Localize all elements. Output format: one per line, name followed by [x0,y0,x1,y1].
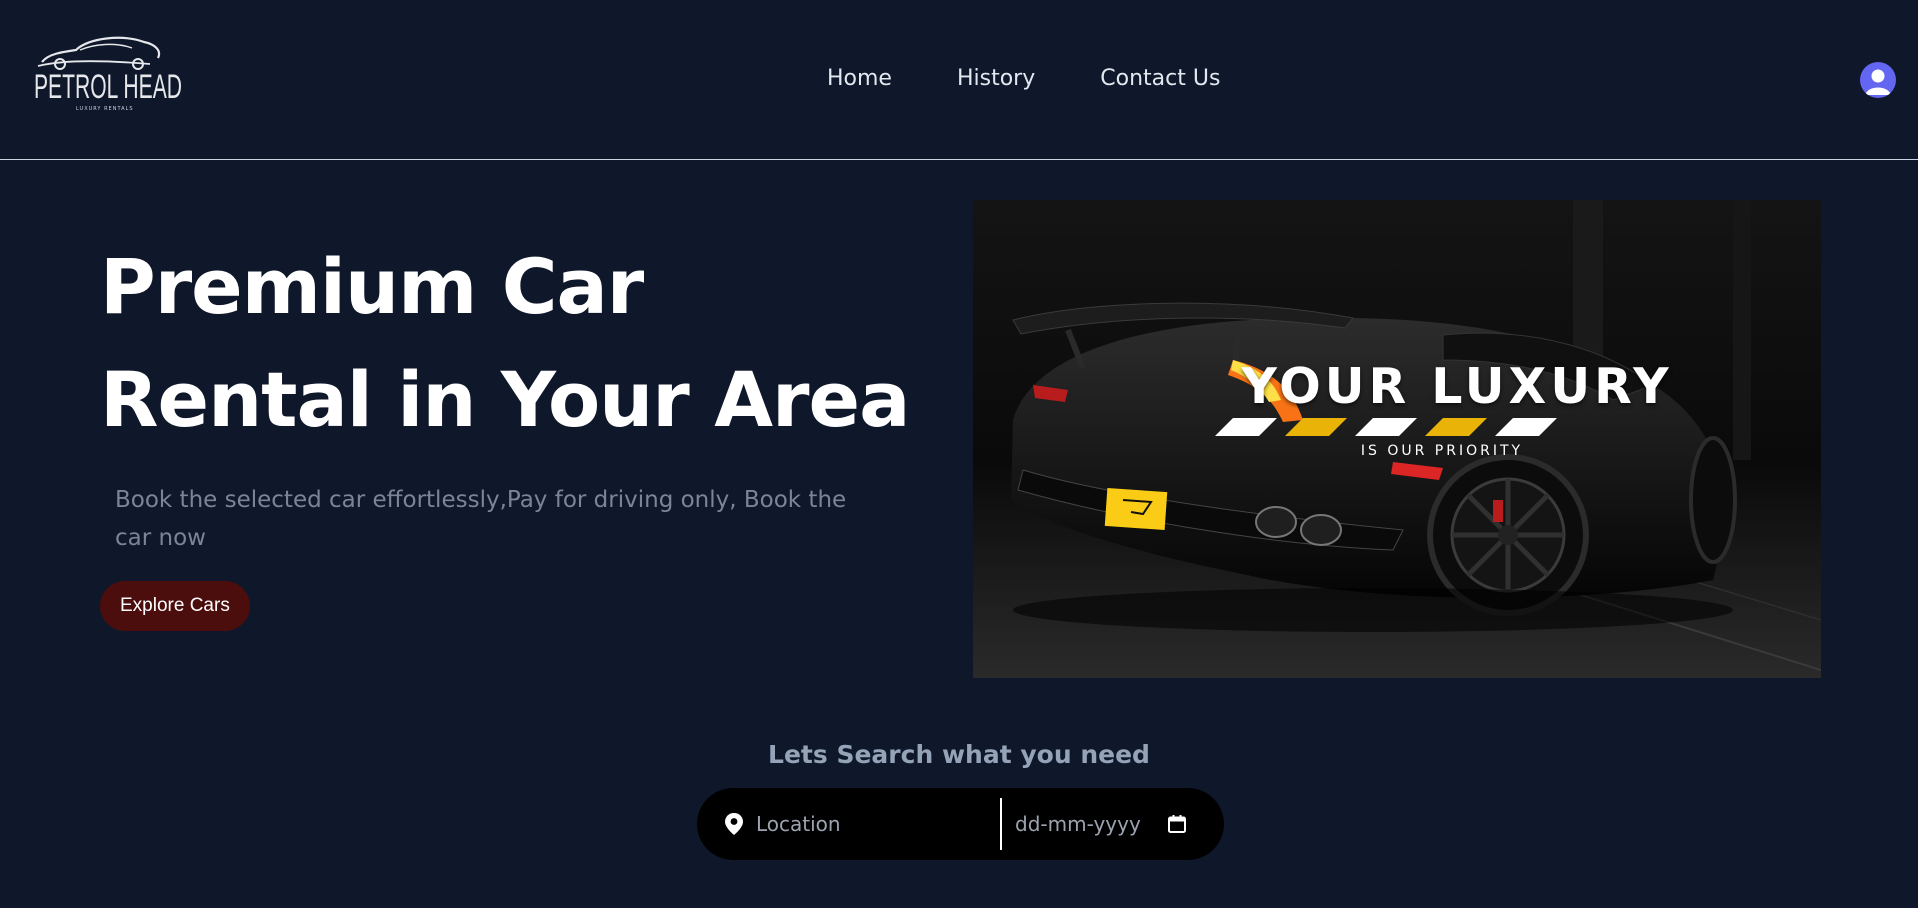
hero-car-image: YOUR LUXURY IS OUR PRIORITY [973,200,1821,678]
brand-logo[interactable]: PETROL HEAD LUXURY RENTALS [32,30,182,115]
user-avatar-button[interactable] [1860,62,1896,98]
nav-link-contact-us[interactable]: Contact Us [1100,64,1220,94]
map-pin-icon [725,813,743,835]
nav-link-home[interactable]: Home [827,64,892,94]
banner-subtitle: IS OUR PRIORITY [1360,443,1524,459]
search-divider [1000,798,1002,850]
logo-tagline: LUXURY RENTALS [76,106,134,112]
user-avatar-icon [1865,69,1891,95]
logo-brand-text: PETROL HEAD [34,68,182,106]
navbar: PETROL HEAD LUXURY RENTALS Home History … [0,0,1918,160]
sports-car-illustration [973,200,1821,678]
explore-cars-button[interactable]: Explore Cars [100,581,250,631]
calendar-icon[interactable] [1167,814,1187,834]
main-nav: Home History Contact Us [827,64,1220,94]
hero-title: Premium Car Rental in Your Area [100,242,910,444]
search-heading: Lets Search what you need [768,740,1150,769]
hero-description: Book the selected car effortlessly,Pay f… [115,487,847,551]
search-bar [697,788,1224,860]
nav-link-history[interactable]: History [957,64,1035,94]
banner-title: YOUR LUXURY [1241,358,1673,415]
date-input[interactable] [1013,804,1163,844]
location-input[interactable] [754,804,989,844]
